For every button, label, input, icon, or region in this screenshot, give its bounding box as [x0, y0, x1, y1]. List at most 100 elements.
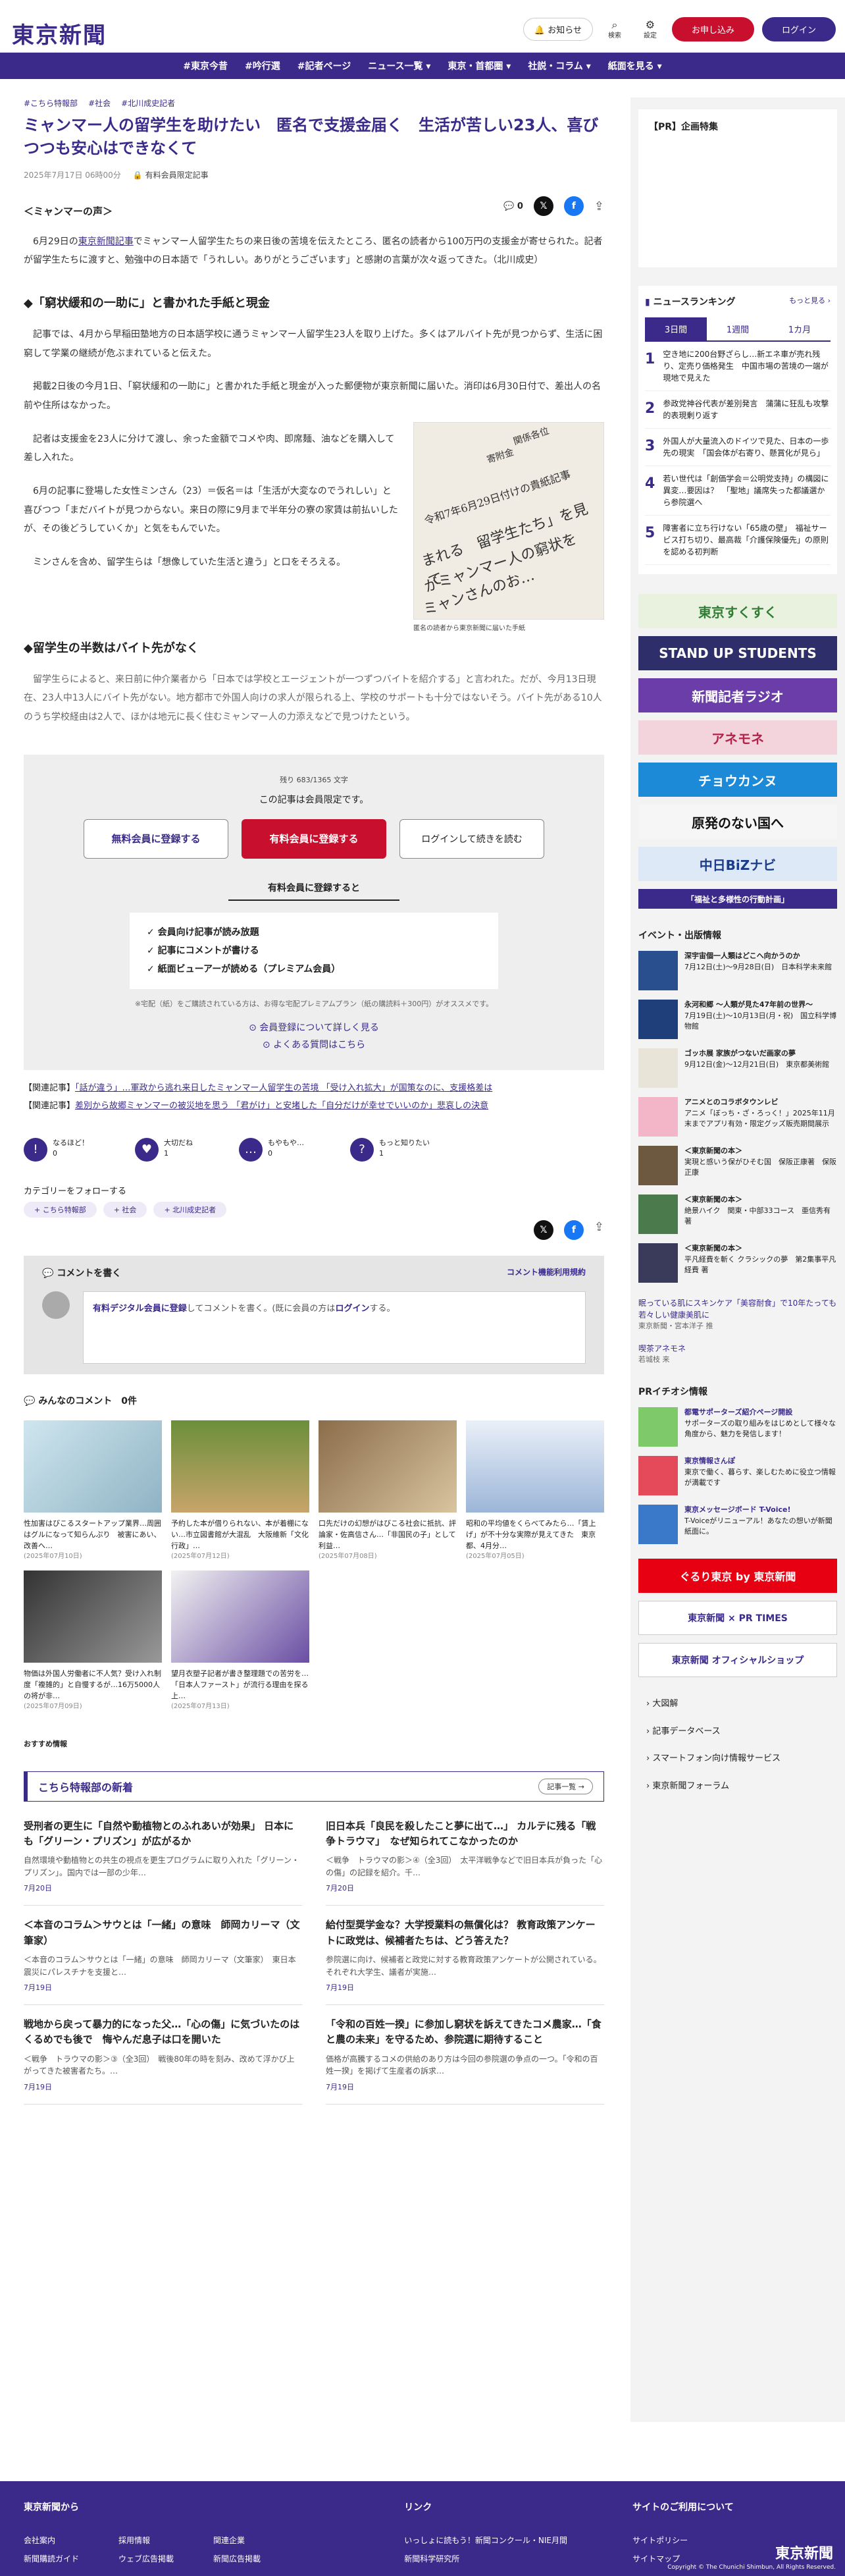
pr-item[interactable]: 東京情報さんぽ 東京で働く、暮らす、楽しむために役立つ情報が満載です	[638, 1456, 837, 1495]
recommend-card[interactable]: 性加害はびこるスタートアップ業界…周囲はグルになって知らんぷり 被害にあい、改善…	[24, 1420, 162, 1562]
related-link[interactable]: 差別から故郷ミャンマーの被災地を思う 「君がけ」と安堵した「自分だけが幸せでいい…	[75, 1101, 488, 1111]
follow-chip[interactable]: + こちら特報部	[24, 1201, 97, 1218]
recommend-card[interactable]: 望月衣塑子記者が書き整理題での苦労を…「日本人ファースト」が流行る理由を探る上……	[171, 1570, 309, 1712]
sidebar-link[interactable]: › 東京新聞フォーラム	[646, 1773, 837, 1800]
article-list-button[interactable]: 記事一覧 →	[538, 1778, 593, 1794]
news-item[interactable]: 「令和の百姓一揆」に参加し窮状を訴えてきたコメ農家…「食と農の未来」を守るため、…	[326, 2005, 604, 2105]
logo-banner[interactable]: 東京新聞 × PR TIMES	[638, 1601, 837, 1635]
ad-link[interactable]: 喫茶アネモネ	[638, 1343, 837, 1355]
nav-item[interactable]: #吟行選	[245, 59, 280, 72]
nav-item[interactable]: 紙面を見る ▾	[608, 59, 662, 72]
subscribe-button[interactable]: お申し込み	[671, 17, 754, 41]
footer-link[interactable]: 新聞科学研究所	[404, 2550, 593, 2569]
nav-item[interactable]: 社説・コラム ▾	[528, 59, 590, 72]
comment-input[interactable]: 有料デジタル会員に登録してコメントを書く。(既に会員の方はログインする。	[83, 1291, 586, 1364]
banner[interactable]: 原発のない国へ	[638, 805, 837, 839]
tag-link[interactable]: #こちら特報部	[24, 97, 78, 109]
pr-item[interactable]: 都電サポーターズ紹介ページ開設 サポーターズの取り組みをはじめとして様々な角度から…	[638, 1407, 837, 1447]
recommend-card[interactable]: 物価は外国人労働者に不人気？受け入れ制度「複雑的」と自慢するが…16万5000人…	[24, 1570, 162, 1712]
footer-link[interactable]: 新聞購読ガイド	[24, 2550, 79, 2569]
site-logo[interactable]: 東京新聞	[12, 17, 107, 49]
banner[interactable]: STAND UP STUDENTS	[638, 636, 837, 670]
logo-banner[interactable]: ぐるり東京 by 東京新聞	[638, 1559, 837, 1593]
free-register-button[interactable]: 無料会員に登録する	[84, 818, 228, 859]
share-icon[interactable]: ⇪	[594, 200, 604, 213]
ranking-item[interactable]: 5 障害者に立ち行けない「65歳の壁」 福祉サービス打ち切り、最高裁「介護保険優先…	[645, 516, 831, 565]
banner[interactable]: アネモネ	[638, 720, 837, 755]
reaction-taisetsu[interactable]: ♥ 大切だね 1	[135, 1137, 193, 1162]
ranking-item[interactable]: 1 空き地に200台野ざらし…新エネ車が売れ残り、定売り価格発生 中国市場の苦境の…	[645, 342, 831, 391]
footer-link[interactable]: いっしょに読もう！新聞コンクール・NIE月間	[404, 2531, 593, 2550]
letter-photo[interactable]: 関係各位 寄附金 令和7年6月29日付けの貴紙記事 まれる 留学生たち」を見て …	[413, 421, 604, 620]
event-item[interactable]: ＜東京新聞の本＞ 平凡経費を斬く クラシックの夢 第2集事平凡経費 著	[638, 1243, 837, 1283]
x-share-icon[interactable]: 𝕏	[533, 1220, 553, 1240]
recommend-card[interactable]: 昭和の平均値をくらべてみたら…「賃上げ」が不十分な実際が見えてきた 東京都、4月…	[466, 1420, 604, 1562]
settings-button[interactable]: ⚙ 設定	[636, 18, 664, 41]
follow-chip[interactable]: + 北川成史記者	[153, 1201, 227, 1218]
footer-link[interactable]: 会社案内	[24, 2531, 79, 2550]
event-item[interactable]: ゴッホ展 家族がつないだ画家の夢 9月12日(金)〜12月21日(日) 東京都美術…	[638, 1048, 837, 1088]
event-item[interactable]: ＜東京新聞の本＞ 絶景ハイク 関東・中部33コース 亜信秀有 著	[638, 1194, 837, 1234]
footer-link[interactable]: ウェブ広告掲載	[118, 2550, 174, 2569]
recommend-card[interactable]: 予約した本が借りられない、本が着棚にない…市立図書館が大混乱 大阪維新「文化行政…	[171, 1420, 309, 1562]
news-item[interactable]: 戦地から戻って暴力的になった父…「心の傷」に気づいたのはくるめでも後で 悔やんだ…	[24, 2005, 302, 2105]
login-button[interactable]: ログイン	[761, 17, 836, 41]
x-share-icon[interactable]: 𝕏	[533, 196, 553, 216]
facebook-share-icon[interactable]: f	[563, 196, 584, 216]
banner[interactable]: チョウカンヌ	[638, 763, 837, 797]
registration-info-link[interactable]: ⊙ 会員登録について詳しく見る	[24, 1019, 604, 1037]
share-icon[interactable]: ⇪	[594, 1220, 604, 1240]
nav-item[interactable]: 東京・首都圏 ▾	[448, 59, 511, 72]
banner[interactable]: 東京すくすく	[638, 594, 837, 628]
faq-link[interactable]: ⊙ よくある質問はこちら	[24, 1036, 604, 1054]
event-item[interactable]: 永河和郷 〜人類が見た47年前の世界〜 7月19日(土)〜10月13日(月・祝) …	[638, 1000, 837, 1039]
pr-item[interactable]: 東京メッセージボード T-Voice! T-Voiceがリニューアル！あなたの想い…	[638, 1505, 837, 1544]
event-item[interactable]: アニメとのコラボタウンレビ アニメ「ぼっち・ざ・ろっく！」2025年11月末までア…	[638, 1097, 837, 1137]
ranking-item[interactable]: 2 参政党神谷代表が差別発言 蒲蒲に狂乱も攻撃的表現剰り返す	[645, 391, 831, 429]
comment-count[interactable]: 💬 0	[503, 201, 523, 211]
nav-item[interactable]: #東京今昔	[183, 59, 228, 72]
event-item[interactable]: ＜東京新聞の本＞ 実現と感いう保がひそむ国 保阪正康著 保阪正康	[638, 1146, 837, 1185]
news-item[interactable]: ＜本音のコラム＞サウとは「一緒」の意味 師岡カリーマ（文筆家） ＜本音のコラム＞サ…	[24, 1906, 302, 2006]
reaction-motto[interactable]: ? もっと知りたい 1	[350, 1137, 430, 1162]
login-continue-button[interactable]: ログインして続きを読む	[399, 818, 544, 859]
reaction-nruhodo[interactable]: ! なるほど！ 0	[24, 1137, 89, 1162]
footer-logo[interactable]: 東京新聞	[775, 2542, 833, 2563]
sidebar-link[interactable]: › スマートフォン向け情報サービス	[646, 1745, 837, 1773]
tag-link[interactable]: #北川成史記者	[121, 97, 175, 109]
footer-link[interactable]: 採用情報	[118, 2531, 174, 2550]
previous-article-link[interactable]: 東京新聞記事	[78, 236, 134, 247]
news-item[interactable]: 旧日本兵「良民を殺したこと夢に出て…」 カルテに残る「戦争トラウマ」 なぜ知られ…	[326, 1807, 604, 1906]
notification-button[interactable]: 🔔 お知らせ	[523, 18, 593, 41]
ranking-more-link[interactable]: もっと見る ›	[789, 295, 831, 308]
sidebar-link[interactable]: › 大図解	[646, 1690, 837, 1718]
banner[interactable]: 「福祉と多様性の行動計画」	[638, 889, 837, 909]
follow-chip[interactable]: + 社会	[103, 1201, 147, 1218]
footer-link[interactable]: 関連企業	[213, 2531, 261, 2550]
paid-register-button[interactable]: 有料会員に登録する	[242, 818, 386, 859]
related-link[interactable]: 「話が違う」…軍政から逃れ来日したミャンマー人留学生の苦境 「受け入れ拡大」が国…	[75, 1083, 492, 1093]
banner[interactable]: 新聞記者ラジオ	[638, 678, 837, 712]
comment-policy-link[interactable]: コメント機能利用規約	[507, 1266, 586, 1279]
nav-item[interactable]: #記者ページ	[297, 59, 351, 72]
ranking-item[interactable]: 3 外国人が大量流入のドイツで見た、日本の一歩先の現実 「国会体が右寄り、懸賞化が…	[645, 429, 831, 466]
login-link[interactable]: ログイン	[335, 1304, 369, 1314]
tab-1month[interactable]: 1カ月	[769, 317, 831, 340]
event-item[interactable]: 深宇宙個一人類はどこへ向かうのか 7月12日(土)〜9月28日(日) 日本科学未来…	[638, 951, 837, 990]
sidebar-link[interactable]: › 記事データベース	[646, 1718, 837, 1746]
ad-link[interactable]: 眠っている肌にスキンケア「美容耐食」で10年たっても若々しい健康美肌に	[638, 1297, 837, 1321]
register-link[interactable]: 有料デジタル会員に登録	[93, 1304, 187, 1314]
search-button[interactable]: ⌕ 検索	[601, 18, 628, 41]
footer-link[interactable]: 新聞広告掲載	[213, 2550, 261, 2569]
logo-banner[interactable]: 東京新聞 オフィシャルショップ	[638, 1643, 837, 1677]
tab-1week[interactable]: 1週間	[707, 317, 769, 340]
ranking-item[interactable]: 4 若い世代は「創価学会＝公明党支持」の構図に異変…要因は？ 「聖地」議席失った都…	[645, 466, 831, 516]
reaction-moyamoya[interactable]: … もやもや… 0	[239, 1137, 304, 1162]
facebook-share-icon[interactable]: f	[563, 1220, 584, 1240]
recommend-card[interactable]: 口先だけの幻想がはびこる社会に抵抗、評論家・佐高信さん…「非国民の子」として 利…	[319, 1420, 463, 1562]
nav-item[interactable]: ニュース一覧 ▾	[368, 59, 430, 72]
tag-link[interactable]: #社会	[88, 97, 111, 109]
news-item[interactable]: 受刑者の更生に「自然や動植物とのふれあいが効果」 日本にも「グリーン・プリズン」…	[24, 1807, 302, 1906]
banner[interactable]: 中日BiZナビ	[638, 847, 837, 881]
tab-3days[interactable]: 3日間	[645, 317, 707, 340]
